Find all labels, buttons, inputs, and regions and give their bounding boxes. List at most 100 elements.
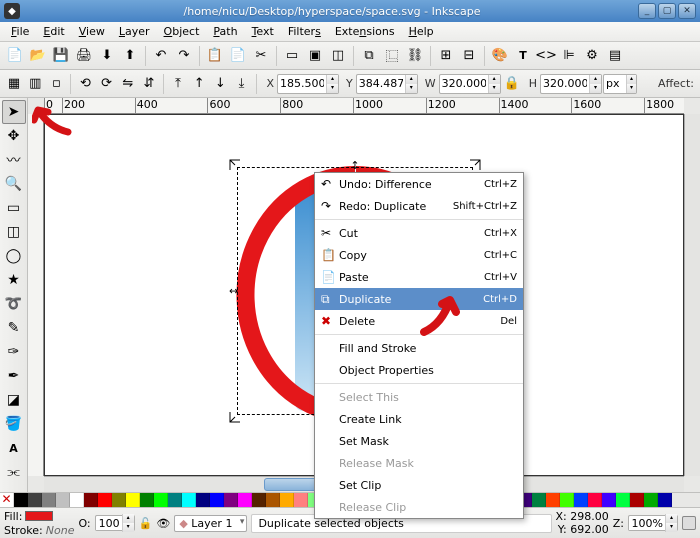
cut-icon[interactable]: ✂ [250,45,272,67]
palette-swatch[interactable] [154,493,168,507]
connector-tool[interactable]: ⫘ [2,460,26,484]
opacity-input[interactable]: ▴▾ [95,515,135,531]
fill-swatch[interactable] [25,511,53,521]
ctx-copy[interactable]: 📋CopyCtrl+C [315,244,523,266]
w-input[interactable]: ▴▾ [439,74,501,94]
ctx-delete[interactable]: ✖DeleteDel [315,310,523,332]
xml-icon[interactable]: <> [535,45,557,67]
bucket-tool[interactable]: 🪣 [2,412,26,436]
paste-icon[interactable]: 📄 [227,45,249,67]
raise-top-icon[interactable]: ⤒ [168,73,188,95]
rotate-cw-icon[interactable]: ⟳ [97,73,117,95]
palette-swatch[interactable] [616,493,630,507]
palette-none[interactable]: ✕ [0,493,14,507]
save-icon[interactable]: 💾 [50,45,72,67]
prefs-icon[interactable]: ⚙ [581,45,603,67]
vertical-scrollbar[interactable] [684,114,700,476]
palette-swatch[interactable] [238,493,252,507]
redo-icon[interactable]: ↷ [173,45,195,67]
flip-h-icon[interactable]: ⇋ [118,73,138,95]
export-icon[interactable]: ⬆ [119,45,141,67]
text-tool[interactable]: A [2,436,26,460]
palette-swatch[interactable] [140,493,154,507]
palette-swatch[interactable] [112,493,126,507]
palette-swatch[interactable] [574,493,588,507]
palette-swatch[interactable] [630,493,644,507]
palette-swatch[interactable] [658,493,672,507]
palette-swatch[interactable] [644,493,658,507]
palette-swatch[interactable] [280,493,294,507]
ctx-redo[interactable]: ↷Redo: DuplicateShift+Ctrl+Z [315,195,523,217]
text-dialog-icon[interactable]: T [512,45,534,67]
select-all-icon[interactable]: ▦ [4,73,24,95]
new-icon[interactable]: 📄 [4,45,26,67]
x-input[interactable]: ▴▾ [277,74,339,94]
menu-text[interactable]: Text [245,23,281,40]
menu-layer[interactable]: Layer [112,23,157,40]
h-input[interactable]: ▴▾ [540,74,602,94]
palette-swatch[interactable] [294,493,308,507]
zoom-draw-icon[interactable]: ▣ [304,45,326,67]
ungroup-icon[interactable]: ⊟ [458,45,480,67]
ellipse-tool[interactable]: ◯ [2,244,26,268]
palette-swatch[interactable] [602,493,616,507]
ctx-objprops[interactable]: Object Properties [315,359,523,381]
menu-filters[interactable]: Filters [281,23,328,40]
palette-swatch[interactable] [588,493,602,507]
fillstroke-icon[interactable]: 🎨 [489,45,511,67]
ctx-setmask[interactable]: Set Mask [315,430,523,452]
ctx-fillstroke[interactable]: Fill and Stroke [315,337,523,359]
align-icon[interactable]: ⊫ [558,45,580,67]
ctx-paste[interactable]: 📄PasteCtrl+V [315,266,523,288]
rect-tool[interactable]: ▭ [2,196,26,220]
tweak-tool[interactable]: 〰 [2,148,26,172]
menu-extensions[interactable]: Extensions [328,23,402,40]
palette-swatch[interactable] [546,493,560,507]
rotate-ccw-icon[interactable]: ⟲ [75,73,95,95]
open-icon[interactable]: 📂 [27,45,49,67]
star-tool[interactable]: ★ [2,268,26,292]
bezier-tool[interactable]: ✑ [2,340,26,364]
menu-edit[interactable]: Edit [36,23,71,40]
palette-swatch[interactable] [182,493,196,507]
palette-swatch[interactable] [42,493,56,507]
ctx-setclip[interactable]: Set Clip [315,474,523,496]
print-icon[interactable]: 🖨 [73,45,95,67]
select-layers-icon[interactable]: ▥ [25,73,45,95]
zoom-input[interactable]: ▴▾ [628,515,678,531]
palette-swatch[interactable] [56,493,70,507]
group-icon[interactable]: ⊞ [435,45,457,67]
zoom-fit-icon[interactable]: ▭ [281,45,303,67]
zoom-tool[interactable]: 🔍 [2,172,26,196]
menu-help[interactable]: Help [402,23,441,40]
flip-v-icon[interactable]: ⇵ [139,73,159,95]
eraser-tool[interactable]: ◪ [2,388,26,412]
lower-bottom-icon[interactable]: ⤓ [231,73,251,95]
menu-file[interactable]: File [4,23,36,40]
ctx-cut[interactable]: ✂CutCtrl+X [315,222,523,244]
lower-icon[interactable]: ↓ [210,73,230,95]
palette-swatch[interactable] [70,493,84,507]
lock-aspect-icon[interactable]: 🔒 [502,73,522,95]
3dbox-tool[interactable]: ◫ [2,220,26,244]
selector-tool[interactable]: ➤ [2,100,26,124]
palette-swatch[interactable] [168,493,182,507]
palette-swatch[interactable] [196,493,210,507]
palette-swatch[interactable] [224,493,238,507]
minimize-button[interactable]: _ [638,3,656,19]
palette-swatch[interactable] [14,493,28,507]
menu-object[interactable]: Object [157,23,207,40]
ctx-duplicate[interactable]: ⧉DuplicateCtrl+D [315,288,523,310]
node-tool[interactable]: ✥ [2,124,26,148]
palette-swatch[interactable] [84,493,98,507]
palette-swatch[interactable] [98,493,112,507]
palette-swatch[interactable] [252,493,266,507]
menu-path[interactable]: Path [206,23,244,40]
palette-swatch[interactable] [126,493,140,507]
ctx-createlink[interactable]: Create Link [315,408,523,430]
unit-select[interactable]: ▴▾ [603,74,637,94]
clone-icon[interactable]: ⿺ [381,45,403,67]
zoom-page-icon[interactable]: ◫ [327,45,349,67]
ctx-undo[interactable]: ↶Undo: DifferenceCtrl+Z [315,173,523,195]
palette-swatch[interactable] [210,493,224,507]
